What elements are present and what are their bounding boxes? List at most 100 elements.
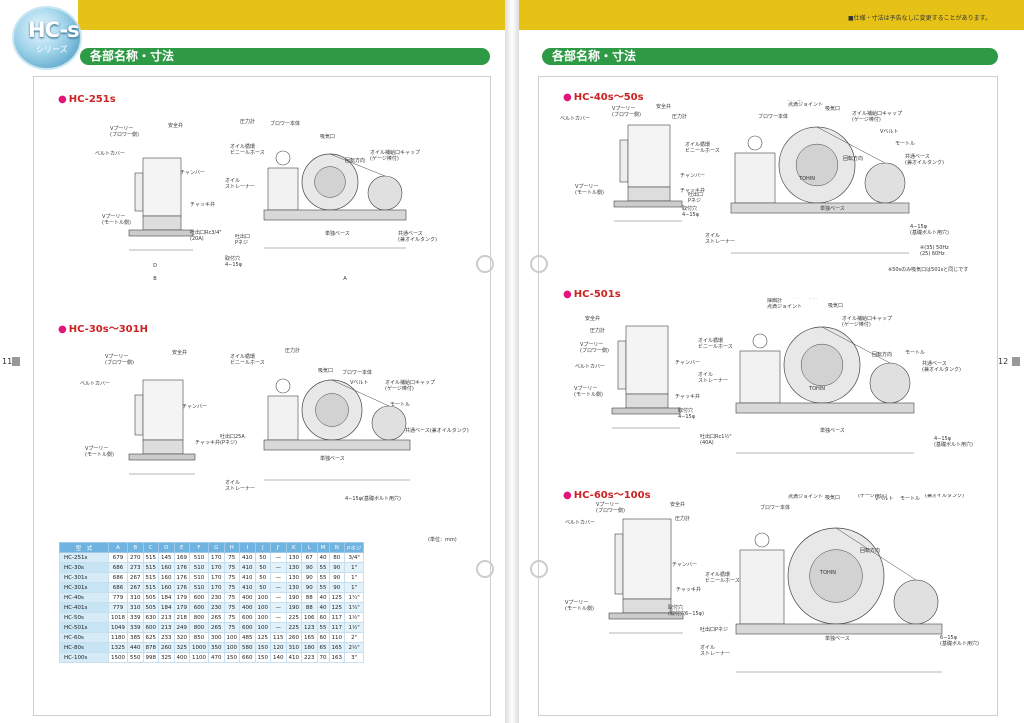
part-label: Vプーリー(モートル側) <box>102 214 131 226</box>
table-cell: 273 <box>127 562 144 573</box>
table-cell: 260 <box>285 632 302 643</box>
table-cell: 140 <box>270 652 287 663</box>
belt-cover <box>617 340 627 390</box>
part-label: 吸気口 <box>825 105 840 112</box>
part-label: Vベルト <box>880 129 898 135</box>
table-cell: 320 <box>173 632 190 643</box>
common-base <box>263 439 411 451</box>
chamber-front <box>734 152 776 204</box>
table-cell: 80 <box>328 552 345 563</box>
table-cell: 998 <box>142 652 159 663</box>
part-label: 取付穴 4−15φ <box>225 255 243 268</box>
part-label: 吐出口Pネジ <box>235 233 250 246</box>
part-label: 吸気口 <box>825 494 840 501</box>
table-cell: 50 <box>254 562 271 573</box>
table-header-cell: K <box>285 542 302 553</box>
check-valve <box>142 439 184 455</box>
table-cell: 1¼" <box>343 602 365 613</box>
table-header-cell: H <box>223 542 240 553</box>
table-cell: 1" <box>343 582 365 593</box>
table-cell: 120 <box>270 642 287 653</box>
table-cell: 850 <box>189 632 209 643</box>
table-cell: 117 <box>328 622 345 633</box>
table-cell: 110 <box>328 632 345 643</box>
part-label: 圧力計 <box>590 327 605 334</box>
table-cell: 400 <box>173 652 190 663</box>
part-label: 4−15φ(基礎ボルト用穴) <box>345 495 401 502</box>
table-cell: 410 <box>239 572 256 583</box>
table-cell: 90 <box>301 572 318 583</box>
part-label: オイル循環ビニールホース <box>685 141 720 154</box>
part-label: ブロワー本体 <box>342 369 372 376</box>
table-cell: 75 <box>223 552 240 563</box>
table-cell: 170 <box>208 572 225 583</box>
part-label: 単独ベース <box>820 205 845 212</box>
table-cell: 800 <box>189 622 209 633</box>
check-valve <box>142 215 182 231</box>
page-edge-tab <box>12 357 20 366</box>
part-label: A <box>343 276 347 282</box>
model-heading-text: HC-30s〜301H <box>68 324 148 335</box>
part-label: Vベルト <box>350 380 368 386</box>
table-cell: 600 <box>189 592 209 603</box>
table-cell: 686 <box>108 562 128 573</box>
part-label: 単独ベース <box>825 635 850 642</box>
part-label: 6−15φ (基礎ボルト用穴) <box>940 635 979 647</box>
table-cell: 179 <box>173 592 190 603</box>
table-cell: — <box>270 622 287 633</box>
chamber <box>625 325 669 395</box>
table-cell: 75 <box>223 582 240 593</box>
table-cell: 2½" <box>343 642 365 653</box>
part-label: TOHIN <box>798 176 815 182</box>
series-logo-subtext: シリーズ <box>36 45 68 54</box>
part-label: 共通ベース(兼オイルタンク) <box>922 360 961 373</box>
table-cell: 75 <box>223 612 240 623</box>
table-model-cell: HC-401s <box>59 602 109 613</box>
table-cell: 515 <box>142 562 159 573</box>
common-base <box>735 623 943 635</box>
part-label: オイルストレーナー <box>225 178 255 190</box>
table-header-cell: G <box>208 542 225 553</box>
table-cell: 1018 <box>108 612 128 623</box>
table-row: HC-40s 779 310 505 184 179 600 230 75 400 100—190 8… <box>59 592 365 603</box>
part-label: 共通ベース(兼オイルタンク) <box>925 494 964 499</box>
table-cell: 625 <box>142 632 159 643</box>
table-model-cell: HC-100s <box>59 652 109 663</box>
belt-cover <box>134 394 144 436</box>
part-label: オイル補給口キャップ(ゲージ棒付) <box>385 379 435 392</box>
table-cell: 130 <box>285 562 302 573</box>
motor <box>371 405 407 441</box>
table-model-cell: HC-251s <box>59 552 109 563</box>
table-cell: 410 <box>239 552 256 563</box>
part-label: 圧力計 <box>675 515 690 522</box>
part-label: ベルトカバー <box>560 116 590 122</box>
table-cell: 1049 <box>108 622 128 633</box>
table-cell: 310 <box>285 642 302 653</box>
table-cell: 163 <box>328 652 345 663</box>
table-header-cell: N <box>328 542 345 553</box>
part-label: 共通ベース(兼オイルタンク) <box>905 153 944 166</box>
pressure-gauge <box>754 532 770 548</box>
table-cell: 169 <box>173 552 190 563</box>
table-cell: 130 <box>285 572 302 583</box>
belt-cover <box>619 139 629 183</box>
table-model-cell: HC-80s <box>59 642 109 653</box>
blower-rotor <box>800 343 844 387</box>
table-cell: 75 <box>223 562 240 573</box>
table-cell: 165 <box>301 632 318 643</box>
table-unit-note: (単位：mm) <box>428 537 457 543</box>
table-cell: — <box>270 612 287 623</box>
part-label: チャッキ弁 <box>675 393 700 400</box>
part-label: 共通ベース(兼オイルタンク) <box>405 427 469 434</box>
table-row: HC-301s 686 267 515 160 176 510 170 75 410 50—130 9… <box>59 572 365 583</box>
table-cell: 2" <box>343 632 365 643</box>
table-cell: 130 <box>285 582 302 593</box>
table-cell: 150 <box>223 652 240 663</box>
table-cell: 630 <box>142 612 159 623</box>
base <box>613 200 683 208</box>
table-cell: 410 <box>239 562 256 573</box>
table-cell: 90 <box>328 582 345 593</box>
table-cell: 55 <box>316 582 330 593</box>
table-cell: 325 <box>173 642 190 653</box>
table-cell: 410 <box>285 652 302 663</box>
